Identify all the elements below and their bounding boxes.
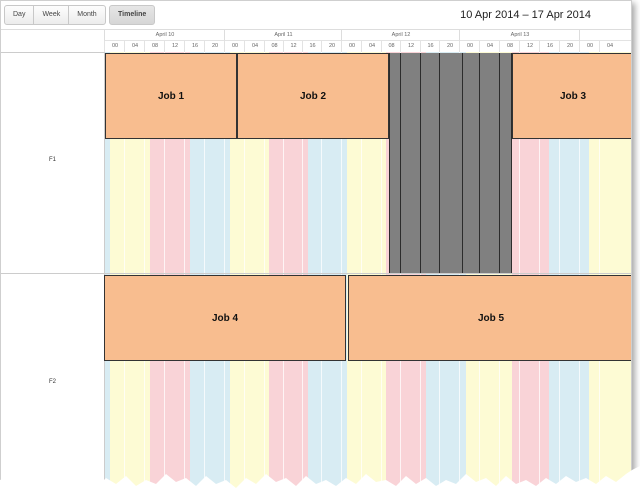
month-view-button[interactable]: Month — [69, 6, 104, 24]
blocked-divider — [462, 53, 463, 273]
resource-label-f2: F2 — [48, 379, 56, 385]
hour-label: 00 — [341, 41, 362, 52]
hour-label: 12 — [164, 41, 185, 52]
day-header-april-12: April 12 — [341, 30, 460, 41]
day-header-april-13: April 13 — [459, 30, 580, 41]
hour-label: 04 — [244, 41, 265, 52]
job-bar-2[interactable]: Job 2 — [237, 53, 389, 139]
timeline-view-button[interactable]: Timeline — [109, 5, 156, 25]
day-header-next — [579, 30, 631, 41]
date-range-label: 10 Apr 2014 – 17 Apr 2014 — [460, 9, 591, 21]
hour-label: 00 — [224, 41, 245, 52]
hour-label: 20 — [321, 41, 342, 52]
view-switcher: Day Week Month — [4, 5, 106, 25]
resource-column — [1, 52, 105, 491]
hour-label: 00 — [104, 41, 125, 52]
hour-label: 12 — [519, 41, 540, 52]
job-bar-1[interactable]: Job 1 — [105, 53, 237, 139]
blocked-divider — [439, 53, 440, 273]
blocked-divider — [420, 53, 421, 273]
row-separator — [1, 273, 631, 274]
resource-label-f1: F1 — [48, 157, 56, 163]
hour-label: 12 — [400, 41, 421, 52]
job-bar-3[interactable]: Job 3 — [512, 53, 631, 139]
scheduler-window: Day Week Month Timeline 10 Apr 2014 – 17… — [0, 0, 632, 492]
blocked-divider — [499, 53, 500, 273]
day-header-april-11: April 11 — [224, 30, 342, 41]
hour-label: 04 — [361, 41, 382, 52]
day-view-button[interactable]: Day — [5, 6, 35, 24]
hour-label: 00 — [459, 41, 480, 52]
hour-label: 04 — [479, 41, 500, 52]
hour-label: 20 — [439, 41, 460, 52]
hour-label: 20 — [204, 41, 225, 52]
hour-label: 00 — [579, 41, 600, 52]
hour-label: 04 — [124, 41, 145, 52]
blocked-divider — [479, 53, 480, 273]
job-bar-4[interactable]: Job 4 — [104, 275, 346, 361]
day-header-april-10: April 10 — [104, 30, 225, 41]
torn-edge — [0, 466, 640, 500]
hour-label: 04 — [599, 41, 620, 52]
hour-label: 08 — [144, 41, 165, 52]
hour-label: 20 — [559, 41, 580, 52]
hour-label: 16 — [184, 41, 205, 52]
hour-label: 08 — [381, 41, 401, 52]
hour-label: 16 — [420, 41, 440, 52]
hour-label: 16 — [539, 41, 560, 52]
blocked-divider — [400, 53, 401, 273]
hour-label: 08 — [499, 41, 520, 52]
hour-label: 16 — [302, 41, 322, 52]
week-view-button[interactable]: Week — [34, 6, 70, 24]
hour-label: 12 — [283, 41, 303, 52]
blocked-period — [463, 53, 512, 273]
timeline-header: April 10 April 11 April 12 April 13 00 0… — [1, 29, 631, 53]
blocked-divider — [389, 53, 390, 273]
hour-label: 08 — [264, 41, 284, 52]
job-bar-5[interactable]: Job 5 — [348, 275, 631, 361]
